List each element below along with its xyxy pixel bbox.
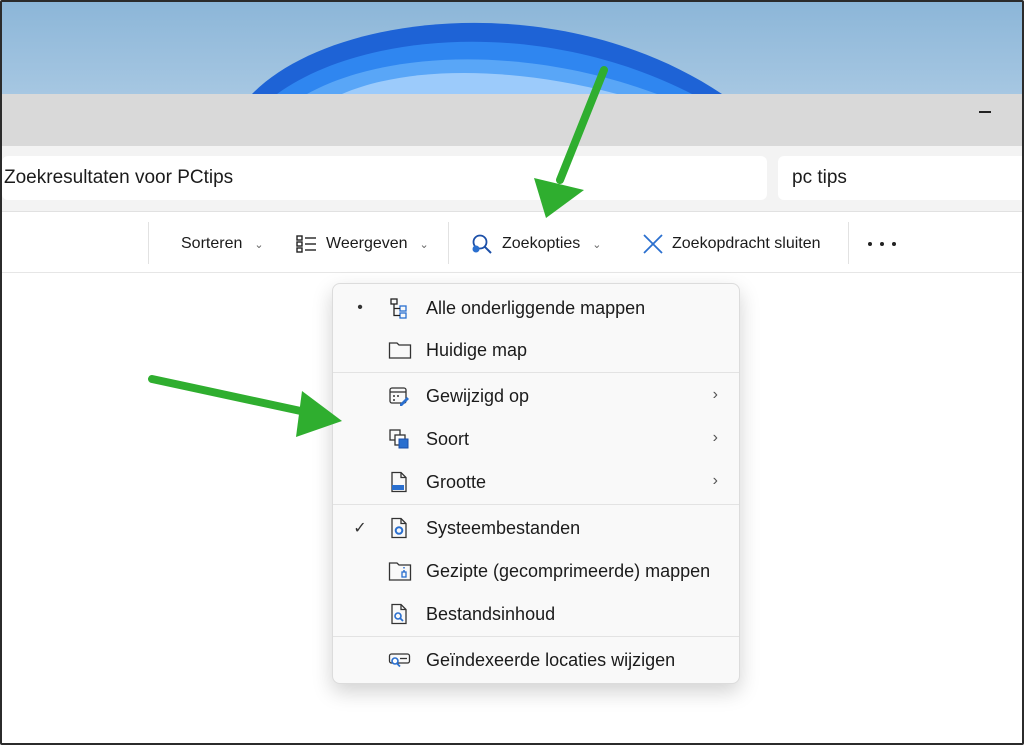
ellipsis-dot — [892, 242, 896, 246]
menu-item-label: Systeembestanden — [426, 517, 581, 538]
view-button[interactable]: Weergeven ⌄ — [296, 228, 429, 260]
menu-divider — [333, 372, 739, 373]
window-titlebar — [2, 94, 1022, 146]
chevron-right-icon: › — [712, 429, 718, 446]
menu-divider — [333, 504, 739, 505]
menu-item-label: Huidige map — [426, 339, 528, 360]
menu-item-label: Soort — [426, 428, 470, 449]
menu-item-label: Geïndexeerde locaties wijzigen — [426, 649, 676, 670]
chevron-down-icon: ⌄ — [592, 238, 602, 251]
index-search-icon — [388, 653, 411, 668]
menu-item-label: Alle onderliggende mappen — [426, 297, 646, 318]
menu-item-size[interactable]: Grootte › — [332, 461, 740, 503]
file-types-icon — [389, 429, 409, 449]
menu-item-label: Grootte — [426, 471, 487, 492]
menu-item-all-subfolders[interactable]: • Alle onderliggende mappen — [332, 287, 740, 329]
more-options-button[interactable] — [868, 234, 896, 254]
menu-item-modified-date[interactable]: Gewijzigd op › — [332, 375, 740, 417]
screenshot-frame: Zoekresultaten voor PCtips pc tips Sorte… — [0, 0, 1024, 745]
calendar-edit-icon — [389, 387, 409, 406]
desktop-wallpaper — [2, 2, 1022, 94]
address-text: Zoekresultaten voor PCtips — [4, 167, 234, 188]
annotation-arrow-right — [148, 375, 342, 437]
ellipsis-icon — [868, 242, 872, 246]
subfolders-icon — [390, 298, 407, 319]
folder-icon — [388, 342, 412, 359]
toolbar-separator — [148, 222, 149, 264]
sort-label: Sorteren — [181, 235, 243, 252]
close-search-label: Zoekopdracht sluiten — [672, 235, 821, 252]
close-icon — [643, 234, 663, 254]
list-view-icon — [296, 235, 316, 253]
file-search-icon — [391, 603, 407, 625]
menu-divider — [333, 636, 739, 637]
chevron-right-icon: › — [712, 472, 718, 489]
menu-item-current-folder[interactable]: Huidige map — [332, 329, 740, 371]
address-bar[interactable]: Zoekresultaten voor PCtips — [2, 156, 767, 200]
zip-folder-icon — [388, 562, 412, 581]
menu-item-system-files[interactable]: ✓ Systeembestanden — [332, 507, 740, 549]
selected-bullet-icon: • — [357, 299, 363, 316]
search-options-button[interactable]: Zoekopties ⌄ — [470, 228, 601, 260]
menu-item-type[interactable]: Soort › — [332, 418, 740, 460]
windows-bloom-graphic — [252, 22, 722, 94]
menu-item-label: Gewijzigd op — [426, 385, 530, 406]
chevron-down-icon: ⌄ — [419, 238, 429, 251]
file-size-icon — [391, 471, 407, 493]
checkmark-icon: ✓ — [353, 520, 367, 537]
menu-item-label: Bestandsinhoud — [426, 603, 556, 624]
search-box[interactable]: pc tips — [778, 156, 1022, 200]
search-options-label: Zoekopties — [502, 235, 581, 252]
minimize-icon — [979, 111, 991, 113]
system-file-icon — [391, 517, 407, 539]
search-input[interactable]: pc tips — [792, 167, 847, 189]
minimize-button[interactable] — [970, 98, 1000, 126]
search-options-icon — [472, 234, 492, 254]
toolbar-separator — [448, 222, 449, 264]
menu-item-file-contents[interactable]: Bestandsinhoud — [332, 593, 740, 635]
toolbar-separator — [848, 222, 849, 264]
menu-item-indexed-locations[interactable]: Geïndexeerde locaties wijzigen — [332, 639, 740, 681]
ellipsis-dot — [880, 242, 884, 246]
chevron-down-icon: ⌄ — [254, 238, 264, 251]
menu-item-label: Gezipte (gecomprimeerde) mappen — [426, 560, 711, 581]
menu-item-zipped-folders[interactable]: Gezipte (gecomprimeerde) mappen — [332, 550, 740, 592]
view-label: Weergeven — [326, 235, 408, 252]
chevron-right-icon: › — [712, 386, 718, 403]
close-search-button[interactable]: Zoekopdracht sluiten — [642, 228, 821, 260]
annotation-arrow-down — [534, 66, 608, 218]
sort-button[interactable]: Sorteren ⌄ — [181, 228, 264, 260]
